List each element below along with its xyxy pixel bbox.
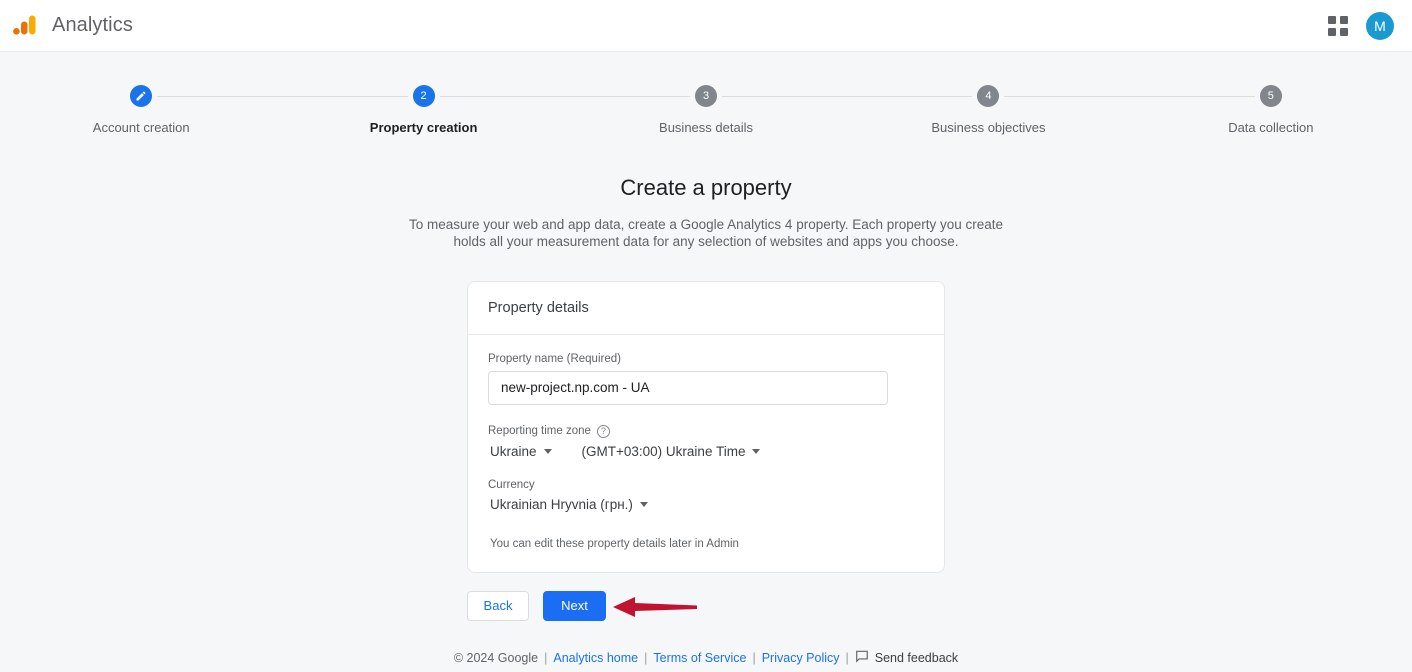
step-connector-left xyxy=(1129,96,1255,97)
footer-separator: | xyxy=(644,650,648,665)
step-connector-right xyxy=(722,96,848,97)
step-connector-left xyxy=(847,96,973,97)
footer-separator: | xyxy=(845,650,849,665)
step-marker-row: 4 xyxy=(847,84,1130,108)
currency-select[interactable]: Ukrainian Hryvnia (грн.) xyxy=(490,497,648,512)
help-circle-icon[interactable]: ? xyxy=(596,424,610,438)
step-circle-3[interactable]: 3 xyxy=(695,85,718,107)
time-zone-country-value: Ukraine xyxy=(490,443,537,459)
feedback-icon xyxy=(855,649,869,666)
step-marker-row: 5 xyxy=(1129,84,1412,108)
card-hint: You can edit these property details late… xyxy=(490,537,739,550)
footer-link-terms-of-service[interactable]: Terms of Service xyxy=(653,651,746,665)
chevron-down-icon xyxy=(639,501,648,507)
step-label-2: Property creation xyxy=(369,120,478,135)
page-title: Create a property xyxy=(620,175,792,200)
currency-selects: Ukrainian Hryvnia (грн.) xyxy=(488,497,924,512)
property-details-card: Property details Property name (Required… xyxy=(467,280,945,573)
stepper: Account creation 2 Property creation 3 B… xyxy=(0,84,1412,135)
pencil-icon xyxy=(136,91,146,101)
property-name-group: Property name (Required) xyxy=(488,353,924,405)
stepper-step-account-creation[interactable]: Account creation xyxy=(0,84,283,135)
footer-link-privacy-policy[interactable]: Privacy Policy xyxy=(762,651,840,665)
app-title: Analytics xyxy=(52,14,133,36)
step-label-5: Data collection xyxy=(1228,120,1314,135)
stepper-step-data-collection[interactable]: 5 Data collection xyxy=(1129,84,1412,135)
step-connector-left xyxy=(282,96,408,97)
time-zone-offset-select[interactable]: (GMT+03:00) Ukraine Time xyxy=(582,444,761,459)
step-connector-left xyxy=(564,96,691,97)
time-zone-label-row: Reporting time zone ? xyxy=(488,424,924,438)
step-circle-4[interactable]: 4 xyxy=(977,85,1000,107)
back-button[interactable]: Back xyxy=(467,590,529,621)
step-connector-right xyxy=(439,96,565,97)
time-zone-selects: Ukraine (GMT+03:00) Ukraine Time xyxy=(488,444,924,459)
step-label-1: Account creation xyxy=(92,120,190,135)
time-zone-group: Reporting time zone ? Ukraine (GMT+03:00… xyxy=(488,424,924,459)
step-circle-5[interactable]: 5 xyxy=(1259,85,1282,107)
page-description: To measure your web and app data, create… xyxy=(408,217,1004,249)
footer-separator: | xyxy=(752,650,756,665)
footer: © 2024 Google | Analytics home | Terms o… xyxy=(0,649,1412,666)
avatar[interactable]: M xyxy=(1366,11,1394,40)
send-feedback-label: Send feedback xyxy=(874,650,959,665)
step-connector-right xyxy=(1004,96,1130,97)
chevron-down-icon xyxy=(543,448,552,454)
form-actions: Back Next xyxy=(467,590,945,621)
step-marker-row: 2 xyxy=(282,84,565,108)
step-circle-2[interactable]: 2 xyxy=(412,85,435,107)
currency-group: Currency Ukrainian Hryvnia (грн.) xyxy=(488,479,924,512)
send-feedback-button[interactable]: Send feedback xyxy=(855,649,958,666)
step-label-3: Business details xyxy=(659,120,753,135)
card-header: Property details xyxy=(468,282,944,335)
top-app-bar: Analytics M xyxy=(0,0,1412,52)
card-body: Property name (Required) Reporting time … xyxy=(468,335,944,572)
step-marker-row: 3 xyxy=(564,84,848,108)
property-name-input[interactable] xyxy=(488,370,888,405)
stepper-step-business-details[interactable]: 3 Business details xyxy=(564,84,848,135)
footer-link-analytics-home[interactable]: Analytics home xyxy=(553,651,638,665)
brand[interactable]: Analytics xyxy=(12,13,133,39)
currency-value: Ukrainian Hryvnia (грн.) xyxy=(490,496,633,512)
chevron-down-icon xyxy=(752,448,761,454)
copyright: © 2024 Google xyxy=(453,650,539,665)
stepper-step-property-creation[interactable]: 2 Property creation xyxy=(282,84,565,135)
google-analytics-logo-icon xyxy=(12,13,38,39)
currency-label: Currency xyxy=(488,478,535,491)
apps-grid-icon[interactable] xyxy=(1328,15,1348,36)
step-connector-right xyxy=(157,96,283,97)
top-bar-actions: M xyxy=(1328,11,1394,40)
annotation-arrow-icon xyxy=(613,596,697,618)
step-label-4: Business objectives xyxy=(931,120,1046,135)
property-name-label: Property name (Required) xyxy=(488,352,621,365)
stepper-step-business-objectives[interactable]: 4 Business objectives xyxy=(847,84,1130,135)
time-zone-label: Reporting time zone xyxy=(488,425,591,438)
step-marker-row xyxy=(0,84,283,108)
time-zone-country-select[interactable]: Ukraine xyxy=(490,444,552,459)
time-zone-offset-value: (GMT+03:00) Ukraine Time xyxy=(581,443,746,459)
step-circle-1[interactable] xyxy=(130,85,153,107)
footer-separator: | xyxy=(544,650,548,665)
next-button[interactable]: Next xyxy=(543,590,606,621)
